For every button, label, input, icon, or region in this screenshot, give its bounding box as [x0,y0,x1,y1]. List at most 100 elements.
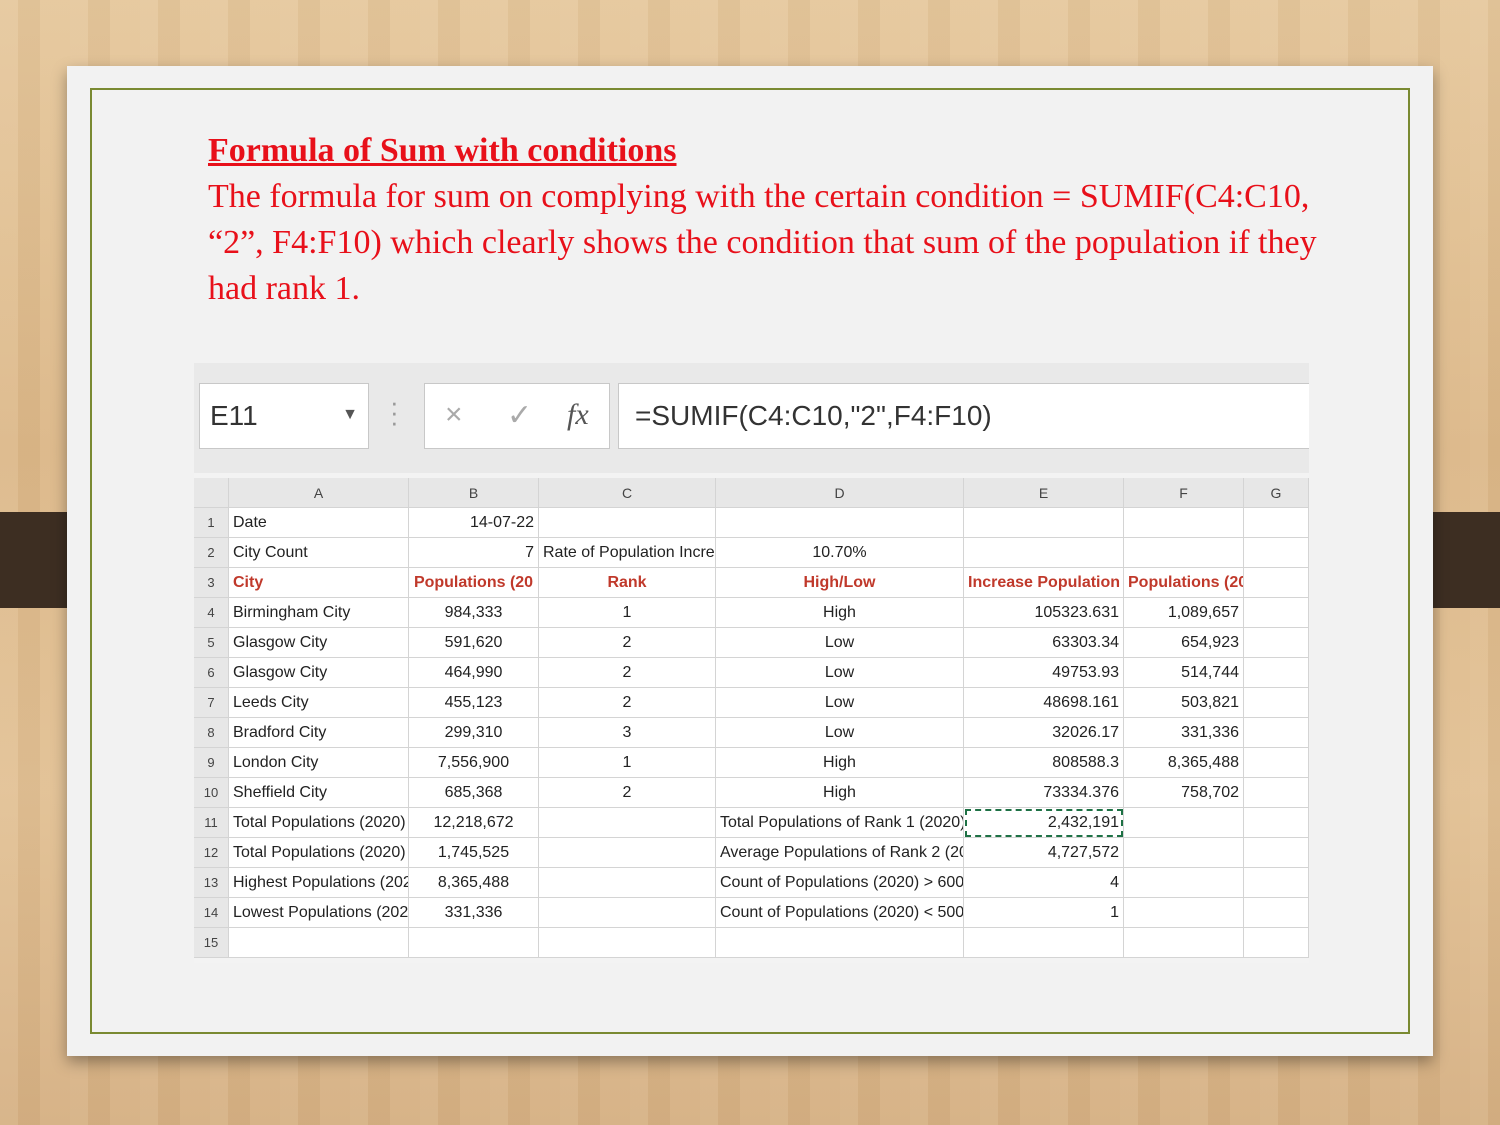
column-header-f[interactable]: F [1124,478,1244,508]
cell-b7[interactable]: 455,123 [409,688,539,718]
cell-c11[interactable] [539,808,716,838]
cell-e14[interactable]: 1 [964,898,1124,928]
cell-b11[interactable]: 12,218,672 [409,808,539,838]
cell-b10[interactable]: 685,368 [409,778,539,808]
cell-d3[interactable]: High/Low [716,568,964,598]
cell-f6[interactable]: 514,744 [1124,658,1244,688]
cell-a4[interactable]: Birmingham City [229,598,409,628]
cell-g7[interactable] [1244,688,1309,718]
cell-f4[interactable]: 1,089,657 [1124,598,1244,628]
cell-d10[interactable]: High [716,778,964,808]
cell-b8[interactable]: 299,310 [409,718,539,748]
cell-e10[interactable]: 73334.376 [964,778,1124,808]
enter-check-icon[interactable]: ✓ [507,398,532,433]
cell-d14[interactable]: Count of Populations (2020) < 500,000 [716,898,964,928]
cell-b6[interactable]: 464,990 [409,658,539,688]
column-header-e[interactable]: E [964,478,1124,508]
column-header-c[interactable]: C [539,478,716,508]
cell-f7[interactable]: 503,821 [1124,688,1244,718]
row-header[interactable]: 2 [194,538,229,568]
cell-d7[interactable]: Low [716,688,964,718]
row-header[interactable]: 12 [194,838,229,868]
row-header[interactable]: 5 [194,628,229,658]
cell-e5[interactable]: 63303.34 [964,628,1124,658]
cell-a12[interactable]: Total Populations (2020) [229,838,409,868]
cell-b1[interactable]: 14-07-22 [409,508,539,538]
row-header[interactable]: 11 [194,808,229,838]
cell-b3[interactable]: Populations (20 [409,568,539,598]
cell-c13[interactable] [539,868,716,898]
cell-f10[interactable]: 758,702 [1124,778,1244,808]
cell-g2[interactable] [1244,538,1309,568]
cell-c12[interactable] [539,838,716,868]
cell-d9[interactable]: High [716,748,964,778]
row-header[interactable]: 13 [194,868,229,898]
cell-b9[interactable]: 7,556,900 [409,748,539,778]
column-header-b[interactable]: B [409,478,539,508]
cell-f5[interactable]: 654,923 [1124,628,1244,658]
cell-c2[interactable]: Rate of Population Increase [539,538,716,568]
cell-a8[interactable]: Bradford City [229,718,409,748]
cell-g14[interactable] [1244,898,1309,928]
cell-d8[interactable]: Low [716,718,964,748]
column-header-a[interactable]: A [229,478,409,508]
cell-e11[interactable]: 2,432,191 [964,808,1124,838]
cell-d11[interactable]: Total Populations of Rank 1 (2020) [716,808,964,838]
cell-f14[interactable] [1124,898,1244,928]
row-header[interactable]: 9 [194,748,229,778]
cell-a9[interactable]: London City [229,748,409,778]
cell-c9[interactable]: 1 [539,748,716,778]
cell-f3[interactable]: Populations (2020) [1124,568,1244,598]
cell-a2[interactable]: City Count [229,538,409,568]
cell-g8[interactable] [1244,718,1309,748]
cell-e4[interactable]: 105323.631 [964,598,1124,628]
cell-d5[interactable]: Low [716,628,964,658]
cell-a15[interactable] [229,928,409,958]
cell-c4[interactable]: 1 [539,598,716,628]
cell-f12[interactable] [1124,838,1244,868]
cell-g3[interactable] [1244,568,1309,598]
cell-e7[interactable]: 48698.161 [964,688,1124,718]
cell-d15[interactable] [716,928,964,958]
cell-g12[interactable] [1244,838,1309,868]
cell-d4[interactable]: High [716,598,964,628]
cell-c8[interactable]: 3 [539,718,716,748]
cell-g1[interactable] [1244,508,1309,538]
cell-e15[interactable] [964,928,1124,958]
cancel-icon[interactable]: × [445,398,463,432]
row-header[interactable]: 8 [194,718,229,748]
cell-c3[interactable]: Rank [539,568,716,598]
cell-f2[interactable] [1124,538,1244,568]
cell-e1[interactable] [964,508,1124,538]
cell-g5[interactable] [1244,628,1309,658]
cell-b2[interactable]: 7 [409,538,539,568]
column-header-g[interactable]: G [1244,478,1309,508]
cell-e12[interactable]: 4,727,572 [964,838,1124,868]
cell-c7[interactable]: 2 [539,688,716,718]
cell-e8[interactable]: 32026.17 [964,718,1124,748]
cell-d12[interactable]: Average Populations of Rank 2 (2020) [716,838,964,868]
column-header-d[interactable]: D [716,478,964,508]
cell-b12[interactable]: 1,745,525 [409,838,539,868]
row-header[interactable]: 1 [194,508,229,538]
cell-a6[interactable]: Glasgow City [229,658,409,688]
cell-d2[interactable]: 10.70% [716,538,964,568]
row-header[interactable]: 10 [194,778,229,808]
select-all-corner[interactable] [194,478,229,508]
cell-e13[interactable]: 4 [964,868,1124,898]
cell-f1[interactable] [1124,508,1244,538]
cell-f15[interactable] [1124,928,1244,958]
cell-c5[interactable]: 2 [539,628,716,658]
row-header[interactable]: 3 [194,568,229,598]
name-box[interactable]: E11 ▼ [199,383,369,449]
cell-g9[interactable] [1244,748,1309,778]
cell-g11[interactable] [1244,808,1309,838]
cell-g10[interactable] [1244,778,1309,808]
cell-g15[interactable] [1244,928,1309,958]
cell-c6[interactable]: 2 [539,658,716,688]
cell-f9[interactable]: 8,365,488 [1124,748,1244,778]
cell-a11[interactable]: Total Populations (2020) [229,808,409,838]
cell-e3[interactable]: Increase Population [964,568,1124,598]
cell-c10[interactable]: 2 [539,778,716,808]
cell-a3[interactable]: City [229,568,409,598]
